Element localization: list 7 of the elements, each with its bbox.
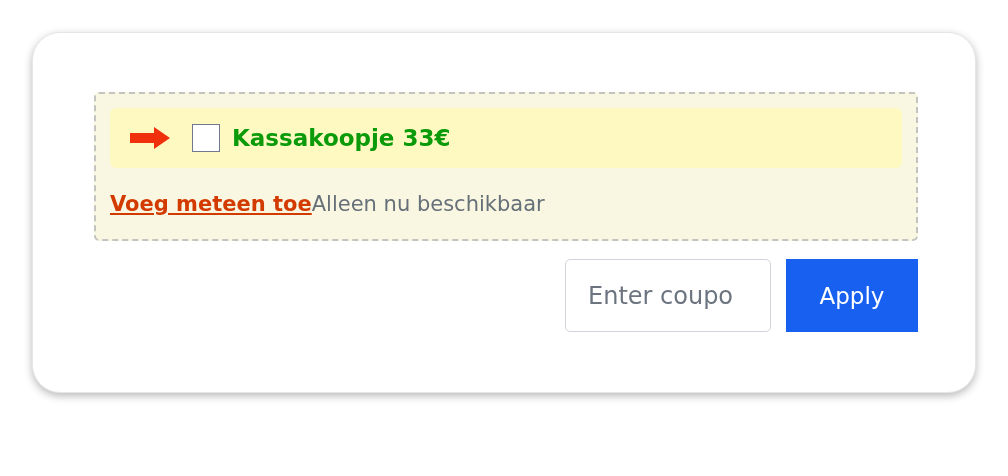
apply-button[interactable]: Apply	[786, 259, 918, 332]
arrow-icon	[130, 126, 170, 150]
offer-title: Kassakoopje 33€	[232, 125, 451, 151]
add-now-link[interactable]: Voeg meteen toe	[110, 192, 312, 216]
availability-note: Alleen nu beschikbaar	[311, 192, 545, 216]
coupon-field[interactable]: Enter coupo	[565, 259, 771, 332]
offer-checkbox[interactable]	[192, 124, 220, 152]
